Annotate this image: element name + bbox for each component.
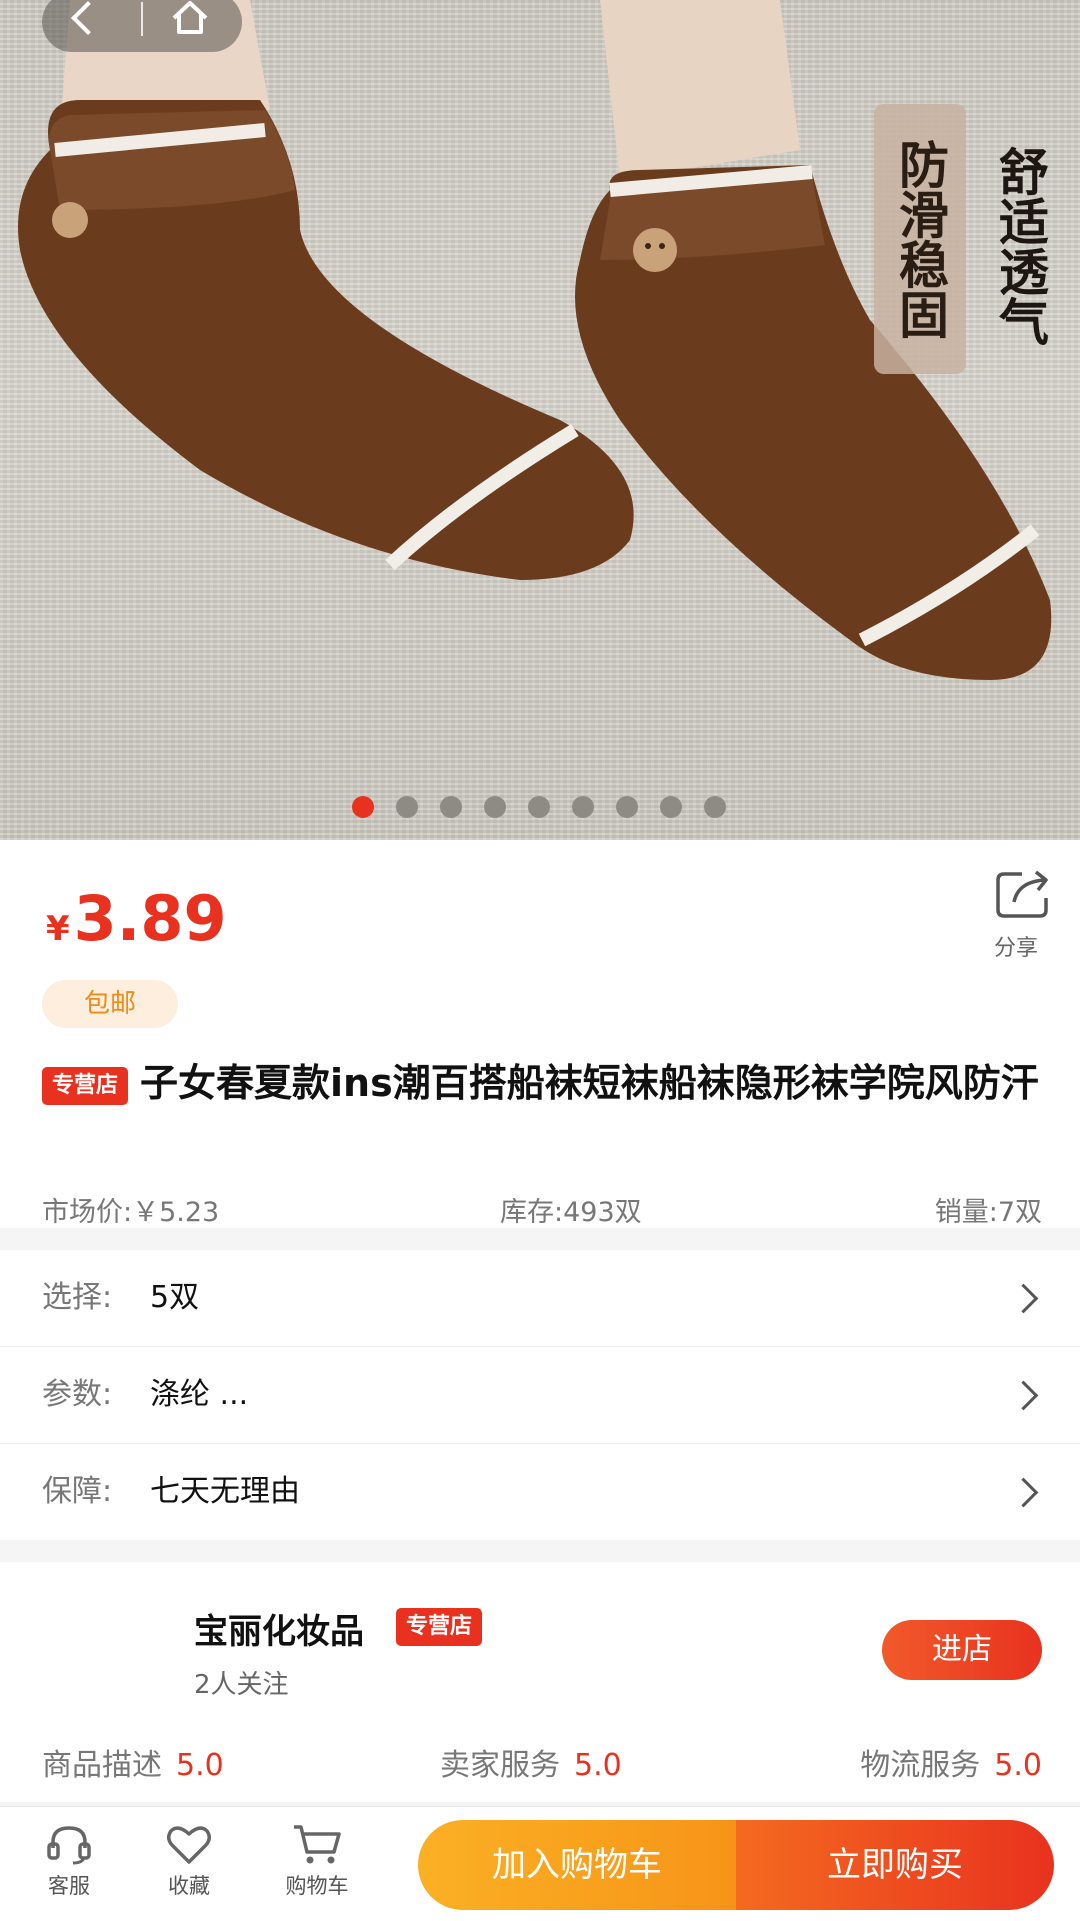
product-image-carousel[interactable]: 防滑稳固 舒适透气	[0, 0, 1080, 840]
feature-badge-anti-slip: 防滑稳固	[874, 104, 966, 374]
cart-icon	[294, 1825, 341, 1864]
carousel-dot[interactable]	[660, 796, 682, 818]
carousel-dot[interactable]	[616, 796, 638, 818]
customer-service-label: 客服	[48, 1874, 90, 1898]
store-name[interactable]: 宝丽化妆品	[194, 1604, 364, 1653]
product-price: ¥3.89	[46, 882, 227, 955]
nav-divider	[141, 2, 143, 36]
rating-label: 卖家服务	[440, 1748, 560, 1783]
rating-label: 物流服务	[860, 1748, 981, 1783]
cart-button[interactable]: 购物车	[272, 1822, 362, 1900]
option-key: 参数:	[42, 1377, 113, 1412]
option-key: 选择:	[42, 1280, 113, 1315]
carousel-dot[interactable]	[704, 796, 726, 818]
free-shipping-tag: 包邮	[42, 980, 178, 1028]
carousel-dot[interactable]	[572, 796, 594, 818]
back-icon[interactable]	[60, 0, 104, 42]
carousel-dot[interactable]	[440, 796, 462, 818]
option-value: 涤纶 ...	[150, 1377, 249, 1412]
chevron-right-icon	[1008, 1283, 1039, 1314]
favorite-label: 收藏	[168, 1874, 210, 1898]
currency-symbol: ¥	[46, 909, 70, 949]
stock-count: 库存:493双	[500, 1197, 642, 1228]
option-select-spec[interactable]: 选择: 5双	[0, 1250, 1080, 1347]
chevron-right-icon	[1008, 1380, 1039, 1411]
buy-now-button[interactable]: 立即购买	[736, 1820, 1054, 1910]
option-value: 七天无理由	[150, 1474, 300, 1509]
rating-label: 商品描述	[42, 1748, 162, 1783]
feature-badge-breathable: 舒适透气	[991, 146, 1050, 346]
enter-store-button[interactable]: 进店	[882, 1620, 1042, 1680]
option-list: 选择: 5双 参数: 涤纶 ... 保障: 七天无理由	[0, 1250, 1080, 1540]
cart-label: 购物车	[285, 1874, 349, 1898]
rating-description: 商品描述 5.0	[42, 1740, 224, 1784]
headset-icon	[47, 1826, 91, 1865]
market-price: 市场价:￥5.23	[42, 1197, 220, 1228]
share-label: 分享	[993, 936, 1038, 961]
rating-service: 卖家服务 5.0	[440, 1740, 622, 1784]
customer-service-button[interactable]: 客服	[24, 1822, 114, 1900]
share-button[interactable]: 分享	[984, 866, 1064, 962]
option-guarantee[interactable]: 保障: 七天无理由	[0, 1444, 1080, 1540]
rating-logistics: 物流服务 5.0	[860, 1740, 1042, 1784]
purchase-actions: 加入购物车 立即购买	[418, 1820, 1054, 1910]
share-icon	[996, 870, 1048, 918]
rating-score: 5.0	[176, 1748, 224, 1783]
sales-count: 销量:7双	[934, 1197, 1042, 1228]
carousel-dot[interactable]	[396, 796, 418, 818]
rating-score: 5.0	[994, 1748, 1042, 1783]
store-followers: 2人关注	[194, 1670, 289, 1700]
add-to-cart-button[interactable]: 加入购物车	[418, 1820, 736, 1910]
carousel-dot[interactable]	[528, 796, 550, 818]
chevron-right-icon	[1008, 1477, 1039, 1508]
product-title: 专营店 子女春夏款ins潮百搭船袜短袜船袜隐形袜学院风防汗	[42, 1054, 1042, 1112]
price-value: 3.89	[73, 882, 227, 955]
rating-score: 5.0	[574, 1748, 622, 1783]
nav-pill	[42, 0, 242, 52]
option-value: 5双	[150, 1280, 200, 1315]
home-icon[interactable]	[166, 0, 214, 42]
option-parameters[interactable]: 参数: 涤纶 ...	[0, 1347, 1080, 1444]
store-type-tag: 专营店	[42, 1067, 129, 1105]
favorite-button[interactable]: 收藏	[144, 1822, 234, 1900]
heart-icon	[167, 1826, 211, 1864]
carousel-dot[interactable]	[484, 796, 506, 818]
carousel-dots	[352, 796, 726, 818]
carousel-dot[interactable]	[352, 796, 374, 818]
option-key: 保障:	[42, 1474, 113, 1509]
store-type-tag: 专营店	[396, 1608, 483, 1646]
product-title-text: 子女春夏款ins潮百搭船袜短袜船袜隐形袜学院风防汗	[140, 1061, 1039, 1105]
